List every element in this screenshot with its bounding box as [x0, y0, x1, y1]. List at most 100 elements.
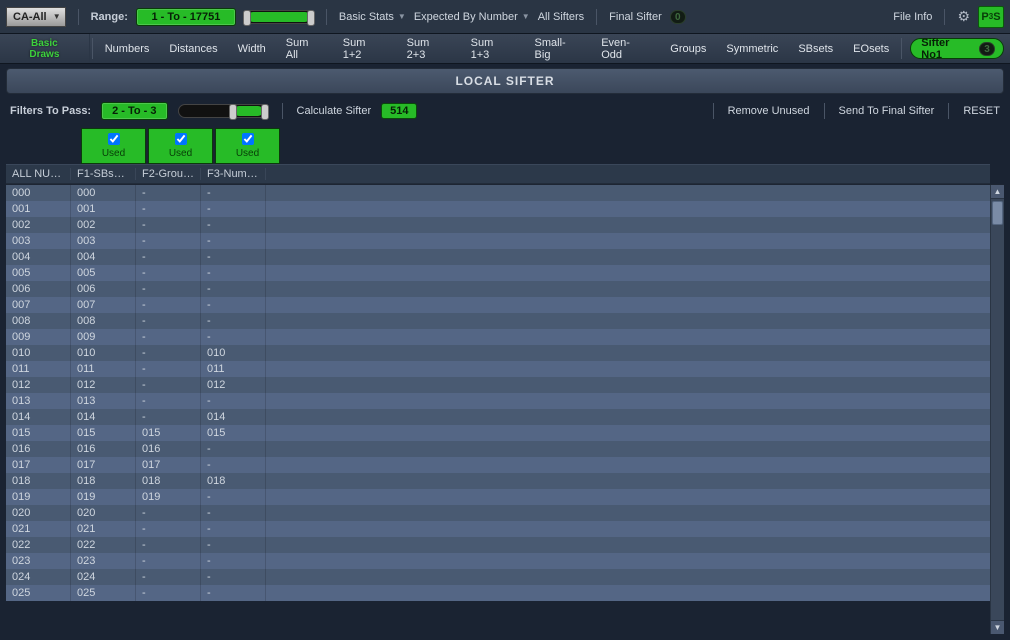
tab-distances[interactable]: Distances [159, 34, 227, 63]
cell: - [201, 281, 266, 297]
file-info-button[interactable]: File Info [893, 11, 932, 23]
table-row[interactable]: 018018018018 [6, 473, 990, 489]
scrollbar-thumb[interactable] [992, 201, 1003, 225]
filters-to-pass-slider[interactable] [178, 104, 268, 118]
vertical-scrollbar[interactable]: ▲ ▼ [990, 185, 1004, 634]
separator [78, 9, 79, 25]
table-row[interactable]: 016016016- [6, 441, 990, 457]
tab-eosets[interactable]: EOsets [843, 34, 899, 63]
cell: 021 [71, 521, 136, 537]
filter-2-toggle[interactable]: Used [148, 128, 213, 164]
cell: 024 [6, 569, 71, 585]
table-row[interactable]: 009009-- [6, 329, 990, 345]
cell: 018 [6, 473, 71, 489]
cell: 017 [6, 457, 71, 473]
cell: - [136, 297, 201, 313]
col-all-nums[interactable]: ALL NUMS [6, 168, 71, 180]
cell: - [136, 505, 201, 521]
cell: 011 [71, 361, 136, 377]
tab-width[interactable]: Width [228, 34, 276, 63]
tab-sifter-no1[interactable]: Sifter No1 3 [910, 38, 1004, 59]
table-row[interactable]: 019019019- [6, 489, 990, 505]
remove-unused-button[interactable]: Remove Unused [728, 105, 810, 117]
app-logo: P3S [978, 6, 1004, 28]
separator [282, 103, 283, 119]
separator [944, 9, 945, 25]
filter-1-toggle[interactable]: Used [81, 128, 146, 164]
table-row[interactable]: 007007-- [6, 297, 990, 313]
tab-sum-all[interactable]: Sum All [276, 34, 333, 63]
table-row[interactable]: 012012-012 [6, 377, 990, 393]
tab-small-big[interactable]: Small-Big [525, 34, 592, 63]
separator [92, 38, 93, 59]
tab-groups[interactable]: Groups [660, 34, 716, 63]
table-row[interactable]: 017017017- [6, 457, 990, 473]
cell: 019 [136, 489, 201, 505]
filter-3-checkbox[interactable] [242, 133, 254, 145]
send-to-final-sifter-button[interactable]: Send To Final Sifter [839, 105, 935, 117]
table-row[interactable]: 020020-- [6, 505, 990, 521]
scroll-down-arrow-icon[interactable]: ▼ [991, 620, 1004, 634]
table-row[interactable]: 000000-- [6, 185, 990, 201]
range-slider[interactable] [244, 10, 314, 24]
table-row[interactable]: 010010-010 [6, 345, 990, 361]
table-row[interactable]: 001001-- [6, 201, 990, 217]
tab-sum-1-2[interactable]: Sum 1+2 [333, 34, 397, 63]
table-row[interactable]: 022022-- [6, 537, 990, 553]
table-row[interactable]: 008008-- [6, 313, 990, 329]
table-row[interactable]: 006006-- [6, 281, 990, 297]
tab-sum-2-3[interactable]: Sum 2+3 [397, 34, 461, 63]
filter-1-checkbox[interactable] [108, 133, 120, 145]
dataset-select[interactable]: CA-All [6, 7, 66, 27]
filter-used-label: Used [169, 148, 192, 159]
cell: - [136, 377, 201, 393]
tab-sbsets[interactable]: SBsets [788, 34, 843, 63]
all-sifters-button[interactable]: All Sifters [538, 11, 584, 23]
grid-body[interactable]: 000000--001001--002002--003003--004004--… [6, 185, 990, 634]
cell: 018 [71, 473, 136, 489]
tab-symmetric[interactable]: Symmetric [716, 34, 788, 63]
cell: 015 [136, 425, 201, 441]
tab-sum-1-3[interactable]: Sum 1+3 [461, 34, 525, 63]
expected-by-number-menu[interactable]: Expected By Number▼ [414, 11, 530, 23]
tab-even-odd[interactable]: Even-Odd [591, 34, 660, 63]
separator [713, 103, 714, 119]
cell: - [136, 569, 201, 585]
table-row[interactable]: 015015015015 [6, 425, 990, 441]
gear-icon[interactable]: ⚙ [957, 8, 970, 25]
cell: - [201, 297, 266, 313]
calculate-sifter-button[interactable]: Calculate Sifter [297, 105, 372, 117]
table-row[interactable]: 005005-- [6, 265, 990, 281]
final-sifter-button[interactable]: Final Sifter 0 [609, 10, 686, 24]
filters-to-pass-value[interactable]: 2 - To - 3 [101, 102, 167, 120]
table-row[interactable]: 002002-- [6, 217, 990, 233]
cell: 000 [6, 185, 71, 201]
cell: - [136, 185, 201, 201]
reset-button[interactable]: RESET [963, 105, 1000, 117]
tab-numbers[interactable]: Numbers [95, 34, 160, 63]
table-row[interactable]: 025025-- [6, 585, 990, 601]
table-row[interactable]: 024024-- [6, 569, 990, 585]
basic-stats-menu[interactable]: Basic Stats▼ [339, 11, 406, 23]
table-row[interactable]: 011011-011 [6, 361, 990, 377]
panel-title: LOCAL SIFTER [6, 68, 1004, 94]
col-f1[interactable]: F1-SBsets... [71, 168, 136, 180]
panel-controls: Filters To Pass: 2 - To - 3 Calculate Si… [6, 100, 1004, 128]
tab-basic-draws[interactable]: Basic Draws [0, 34, 90, 63]
range-value[interactable]: 1 - To - 17751 [136, 8, 236, 26]
table-row[interactable]: 004004-- [6, 249, 990, 265]
table-row[interactable]: 023023-- [6, 553, 990, 569]
cell: 025 [6, 585, 71, 601]
table-row[interactable]: 021021-- [6, 521, 990, 537]
cell: 024 [71, 569, 136, 585]
table-row[interactable]: 013013-- [6, 393, 990, 409]
filter-3-toggle[interactable]: Used [215, 128, 280, 164]
col-f3[interactable]: F3-Numb... [201, 168, 266, 180]
table-row[interactable]: 003003-- [6, 233, 990, 249]
col-f2[interactable]: F2-Group... [136, 168, 201, 180]
table-row[interactable]: 014014-014 [6, 409, 990, 425]
scroll-up-arrow-icon[interactable]: ▲ [991, 185, 1004, 199]
cell: 016 [136, 441, 201, 457]
filter-2-checkbox[interactable] [175, 133, 187, 145]
cell: 016 [71, 441, 136, 457]
